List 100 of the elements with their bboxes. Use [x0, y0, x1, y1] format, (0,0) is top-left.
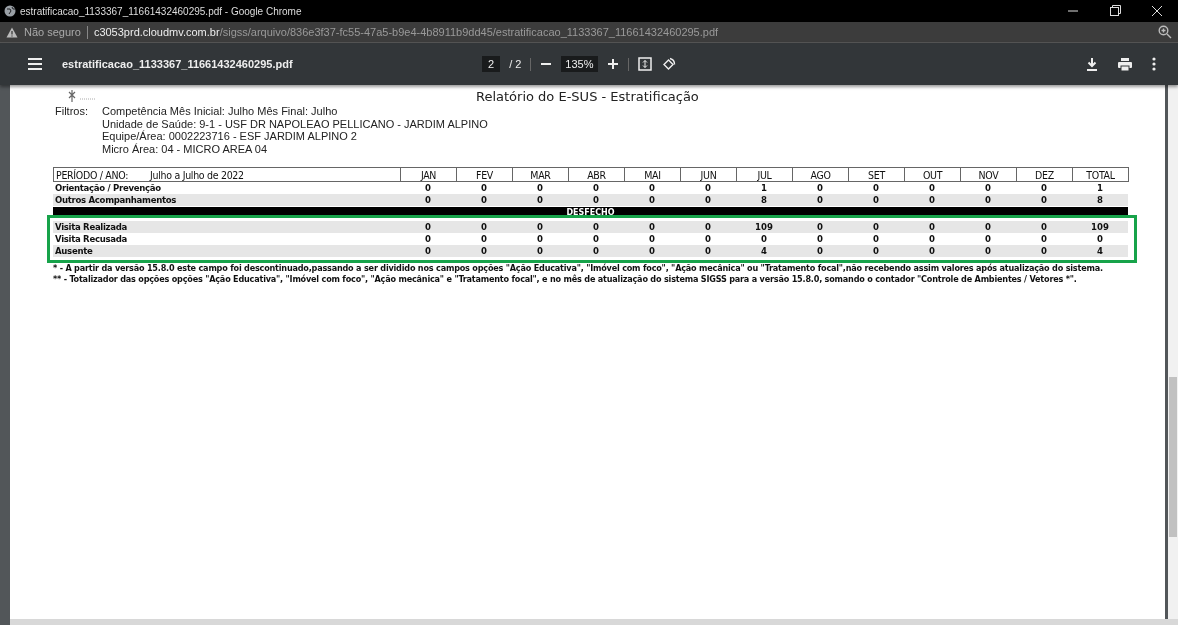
table-cell: 0 [624, 182, 680, 194]
column-header: ABR [568, 167, 625, 182]
download-icon[interactable] [1086, 57, 1098, 71]
table-cell: 0 [1016, 245, 1072, 257]
page-number-field[interactable]: 2 [482, 56, 501, 72]
report-title: Relatório do E-SUS - Estratificação [476, 88, 699, 104]
table-cell: 0 [1016, 182, 1072, 194]
print-icon[interactable] [1118, 57, 1132, 71]
footnote: ** - Totalizador das opções opções "Ação Educativa", "Imóvel com foco", "Ação mecânica" e "Tratamento focal", e no mês de atualização do sistema SIGSS para a versão 15.8.0, somando o contador "Controle de Ambientes / Vetores *". [53, 274, 1078, 285]
horizontal-scrollbar[interactable] [10, 619, 1178, 625]
table-cell: 0 [568, 221, 624, 233]
url-text: c3053prd.cloudmv.com.br/sigss/arquivo/836e3f37-fc55-47a5-b9e4-4b8911b9dd45/estratificacao_1133367_11661432460295.pdf [93, 26, 720, 38]
table-cell: 0 [1016, 194, 1072, 206]
table-cell: 0 [904, 182, 960, 194]
row-label: Outros Acompanhamentos [53, 194, 400, 206]
table-cell: 0 [848, 245, 904, 257]
table-cell: 4 [736, 245, 792, 257]
table-cell: 0 [456, 221, 512, 233]
period-value: Julho a Julho de 2022 [150, 168, 244, 181]
column-header: NOV [960, 167, 1017, 182]
table-cell: 0 [1016, 233, 1072, 245]
table-cell: 109 [736, 221, 792, 233]
column-header: MAR [512, 167, 569, 182]
fit-page-icon[interactable] [637, 57, 652, 71]
table-cell: 1 [736, 182, 792, 194]
address-bar[interactable]: Não seguro c3053prd.cloudmv.com.br/sigss/arquivo/836e3f37-fc55-47a5-b9e4-4b8911b9dd45/estratificacao_1133367_11661432460295.pdf [0, 22, 1178, 43]
filter-text: Equipe/Área: 0002223716 - ESF JARDIM ALPINO 2 [102, 130, 358, 143]
row-label: Orientação / Prevenção [53, 182, 400, 194]
table-cell: 0 [680, 221, 736, 233]
table-cell: 0 [960, 233, 1016, 245]
table-cell: 8 [736, 194, 792, 206]
table-cell: 0 [792, 182, 848, 194]
column-header: FEV [456, 167, 513, 182]
table-cell: 0 [904, 245, 960, 257]
table-cell: 0 [624, 245, 680, 257]
scrollbar[interactable] [1168, 85, 1178, 619]
table-cell: 0 [792, 245, 848, 257]
footnote: * - A partir da versão 15.8.0 este campo foi descontinuado,passando a ser dividido nos campos opções "Ação Educativa", "Imóvel com foco", "Ação mecânica" ou "Tratamento focal",não recebendo assim valores após atualização do sistema. [53, 263, 1104, 274]
table-cell: 0 [512, 221, 568, 233]
column-header: JUL [736, 167, 793, 182]
table-cell: 0 [792, 194, 848, 206]
table-cell: 0 [512, 245, 568, 257]
period-label: PERÍODO / ANO: [56, 168, 129, 181]
security-label: Não seguro [24, 26, 81, 38]
row-label: Visita Recusada [53, 233, 400, 245]
filter-text: Unidade de Saúde: 9-1 - USF DR NAPOLEAO PELLICANO - JARDIM ALPINO [102, 117, 488, 130]
column-header: DEZ [1016, 167, 1073, 182]
zoom-icon[interactable] [1158, 25, 1172, 39]
table-cell: 0 [680, 233, 736, 245]
table-cell: 0 [848, 182, 904, 194]
column-header: TOTAL [1072, 167, 1129, 182]
table-cell: 0 [848, 221, 904, 233]
table-cell: 0 [624, 194, 680, 206]
table-cell: 0 [456, 194, 512, 206]
table-cell: 0 [456, 245, 512, 257]
row-label: Visita Realizada [53, 221, 400, 233]
table-cell: 0 [624, 233, 680, 245]
menu-icon[interactable] [28, 58, 42, 70]
globe-icon [4, 5, 16, 17]
table-cell: 0 [960, 182, 1016, 194]
table-cell: 0 [624, 221, 680, 233]
table-cell: 0 [960, 245, 1016, 257]
table-cell: 0 [512, 182, 568, 194]
table-cell: 0 [1016, 221, 1072, 233]
column-header: JUN [680, 167, 737, 182]
scroll-thumb[interactable] [1169, 377, 1177, 537]
table-cell: 0 [456, 233, 512, 245]
table-cell: 0 [960, 194, 1016, 206]
table-cell: 0 [512, 233, 568, 245]
zoom-field[interactable]: 135% [561, 56, 598, 72]
more-icon[interactable] [1152, 57, 1156, 71]
filter-text: Competência Mês Inicial: Julho Mês Final: Julho [102, 105, 339, 118]
column-header: OUT [904, 167, 961, 182]
filter-text: Micro Área: 04 - MICRO AREA 04 [102, 142, 269, 155]
table-cell: 1 [1072, 182, 1128, 194]
table-cell: 0 [792, 221, 848, 233]
table-cell: 0 [904, 221, 960, 233]
table-cell: 0 [512, 194, 568, 206]
table-cell: 0 [400, 233, 456, 245]
table-cell: 0 [400, 182, 456, 194]
window-title: estratificacao_1133367_11661432460295.pdf - Google Chrome [20, 5, 303, 17]
row-label: Ausente [53, 245, 400, 257]
file-name: estratificacao_1133367_11661432460295.pdf [62, 58, 294, 70]
table-cell: 4 [1072, 245, 1128, 257]
column-header: MAI [624, 167, 681, 182]
table-cell: 0 [680, 182, 736, 194]
warning-icon [6, 26, 18, 38]
table-cell: 0 [680, 194, 736, 206]
table-cell: 0 [1072, 233, 1128, 245]
column-header: AGO [792, 167, 849, 182]
rotate-icon[interactable] [660, 56, 676, 72]
section-header: DESFECHO [53, 207, 1128, 218]
table-cell: 109 [1072, 221, 1128, 233]
table-cell: 8 [1072, 194, 1128, 206]
zoom-in-icon[interactable] [606, 58, 619, 70]
column-header: JAN [400, 167, 457, 182]
table-cell: 0 [848, 233, 904, 245]
table-cell: 0 [400, 245, 456, 257]
column-header: SET [848, 167, 905, 182]
table-cell: 0 [792, 233, 848, 245]
